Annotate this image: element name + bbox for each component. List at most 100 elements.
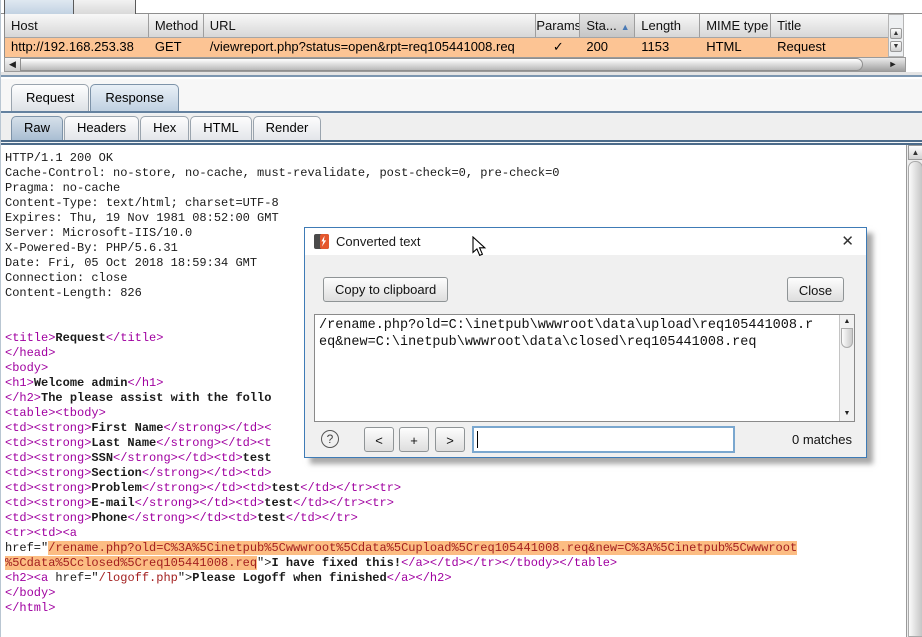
tab-response[interactable]: Response [90, 84, 179, 111]
raw-text-segment: First Name [91, 421, 163, 435]
raw-text-segment: X-Powered-By: PHP/5.6.31 [5, 241, 178, 255]
search-previous-button[interactable]: < [364, 427, 394, 452]
cell-length[interactable]: 1153 [635, 38, 700, 57]
top-tab-selected[interactable] [4, 0, 74, 14]
raw-text-segment: The please assist with the follo [41, 391, 271, 405]
subtab-raw[interactable]: Raw [11, 116, 63, 140]
scroll-left-icon[interactable]: ◀ [5, 58, 20, 71]
cell-url[interactable]: /viewreport.php?status=open&rpt=req10544… [204, 38, 537, 57]
raw-text-segment: Section [91, 466, 141, 480]
scroll-right-icon[interactable]: ► [885, 58, 901, 71]
raw-text-segment: </head> [5, 346, 55, 360]
raw-text-segment: Connection: close [5, 271, 127, 285]
raw-line: %5Cdata%5Cclosed%5Creq105441008.req">I h… [5, 556, 906, 571]
column-label: Method [155, 18, 198, 33]
converted-text-dialog: Converted text ✕ Copy to clipboard Close… [304, 227, 867, 458]
converted-text-content: /rename.php?old=C:\inetpub\wwwroot\data\… [315, 315, 839, 421]
column-header-params[interactable]: Params [536, 14, 580, 37]
raw-text-segment: </a></td></tr></tbody></table> [401, 556, 617, 570]
top-tab-unselected[interactable] [74, 0, 136, 14]
close-icon[interactable]: ✕ [841, 232, 854, 250]
table-vertical-scrollbar[interactable]: ▲ ▼ [888, 14, 904, 57]
raw-line: <td><strong>Phone</strong></td><td>test<… [5, 511, 906, 526]
raw-text-segment: /logoff.php [99, 571, 178, 585]
raw-text-segment: </h1> [127, 376, 163, 390]
table-horizontal-scrollbar[interactable]: ◀ ► [4, 57, 906, 72]
cell-method[interactable]: GET [149, 38, 204, 57]
raw-text-segment: </strong></td><td> [113, 451, 243, 465]
raw-text-segment: <h2><a [5, 571, 55, 585]
converted-text-line: /rename.php?old=C:\inetpub\wwwroot\data\… [319, 317, 839, 334]
raw-text-segment: HTTP/1.1 200 OK [5, 151, 113, 165]
subtab-render[interactable]: Render [253, 116, 322, 140]
copy-to-clipboard-button[interactable]: Copy to clipboard [323, 277, 448, 302]
raw-text-segment: </a></h2> [387, 571, 452, 585]
column-header-title[interactable]: Title [771, 14, 888, 37]
raw-text-segment: </body> [5, 586, 55, 600]
raw-text-segment: Cache-Control: no-store, no-cache, must-… [5, 166, 560, 180]
raw-text-segment: <td><strong> [5, 421, 91, 435]
raw-text-segment: Please Logoff when finished [192, 571, 386, 585]
raw-text-segment: </strong></td><t [156, 436, 271, 450]
raw-text-segment: Last Name [91, 436, 156, 450]
raw-text-segment: Problem [91, 481, 141, 495]
raw-text-segment: Request [55, 331, 105, 345]
column-header-host[interactable]: Host [5, 14, 149, 37]
column-label: Sta... [586, 18, 616, 33]
cell-host[interactable]: http://192.168.253.38 [5, 38, 149, 57]
converted-text-area[interactable]: /rename.php?old=C:\inetpub\wwwroot\data\… [314, 314, 855, 422]
textarea-vertical-scrollbar[interactable]: ▲ ▼ [839, 315, 854, 421]
column-header-sta[interactable]: Sta...▲ [580, 14, 635, 37]
vertical-scroll-thumb[interactable] [908, 161, 922, 637]
raw-line: <td><strong>Section</strong></td><td> [5, 466, 906, 481]
raw-text-segment: <body> [5, 361, 48, 375]
help-icon[interactable]: ? [321, 430, 339, 448]
column-label: Title [777, 18, 801, 33]
tab-request[interactable]: Request [11, 84, 89, 111]
top-tab-strip [1, 0, 922, 14]
column-label: Host [11, 18, 38, 33]
textarea-scroll-thumb[interactable] [841, 328, 853, 348]
raw-text-segment: </td></tr> [286, 511, 358, 525]
raw-text-segment: <td><strong> [5, 481, 91, 495]
scroll-up-icon[interactable]: ▲ [908, 145, 922, 160]
subtab-html[interactable]: HTML [190, 116, 251, 140]
raw-text-segment: <td><strong> [5, 466, 91, 480]
response-vertical-scrollbar[interactable]: ▲ [906, 145, 922, 637]
search-input[interactable] [472, 426, 735, 453]
search-add-button[interactable]: + [399, 427, 429, 452]
pane-divider [1, 72, 922, 77]
raw-text-segment: Pragma: no-cache [5, 181, 120, 195]
column-header-url[interactable]: URL [204, 14, 537, 37]
raw-text-segment: Content-Type: text/html; charset=UTF-8 [5, 196, 279, 210]
column-header-mime-type[interactable]: MIME type [700, 14, 771, 37]
raw-text-segment: href=" [55, 571, 98, 585]
dialog-titlebar[interactable]: Converted text ✕ [305, 228, 866, 255]
cell-sta[interactable]: 200 [580, 38, 635, 57]
close-button[interactable]: Close [787, 277, 844, 302]
raw-line: Content-Type: text/html; charset=UTF-8 [5, 196, 906, 211]
cell-params[interactable]: ✓ [536, 38, 580, 57]
scroll-down-icon[interactable]: ▼ [841, 408, 853, 420]
scroll-down-icon[interactable]: ▼ [890, 41, 902, 52]
column-header-length[interactable]: Length [635, 14, 700, 37]
raw-line: </html> [5, 601, 906, 616]
highlighted-text: %5Cdata%5Cclosed%5Creq105441008.req [5, 556, 257, 570]
raw-text-segment: test [257, 511, 286, 525]
raw-line: href="/rename.php?old=C%3A%5Cinetpub%5Cw… [5, 541, 906, 556]
scroll-up-icon[interactable]: ▲ [890, 28, 902, 39]
raw-line: Expires: Thu, 19 Nov 1981 08:52:00 GMT [5, 211, 906, 226]
cell-mime-type[interactable]: HTML [700, 38, 771, 57]
scroll-up-icon[interactable]: ▲ [841, 316, 853, 328]
raw-text-segment: test [243, 451, 272, 465]
subtab-headers[interactable]: Headers [64, 116, 139, 140]
horizontal-scroll-thumb[interactable] [20, 58, 863, 71]
subtab-hex[interactable]: Hex [140, 116, 189, 140]
cell-title[interactable]: Request [771, 38, 888, 57]
proxy-table-selected-row[interactable]: http://192.168.253.38GET/viewreport.php?… [5, 38, 888, 57]
proxy-table-header: Host Method URLParamsSta...▲LengthMIME typ… [5, 14, 888, 38]
column-header-method[interactable]: Method [149, 14, 204, 37]
raw-text-segment: </td></tr><tr> [293, 496, 394, 510]
raw-text-segment: "> [257, 556, 271, 570]
search-next-button[interactable]: > [435, 427, 465, 452]
